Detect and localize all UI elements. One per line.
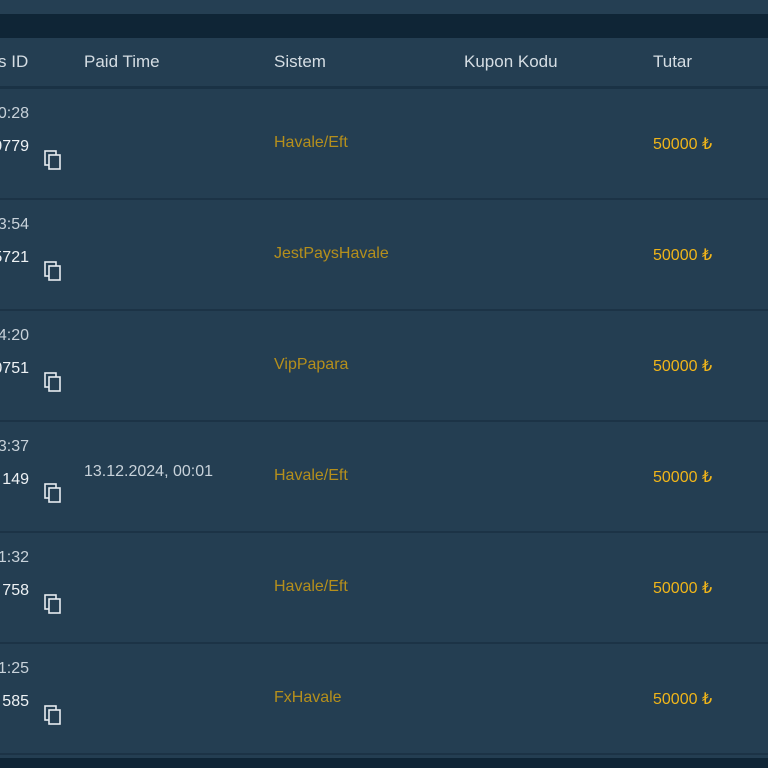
header-id: s ID — [0, 52, 29, 71]
row-tutar: 50000 ₺ — [653, 580, 713, 597]
table-row: 4:20 0751 VipPapara 50000 ₺ — [0, 311, 768, 422]
header-paid-time: Paid Time — [84, 52, 160, 71]
row-time: 3:37 — [0, 438, 29, 455]
copy-icon[interactable] — [44, 483, 62, 503]
row-id: 758 — [2, 582, 29, 599]
row-paid-time: 13.12.2024, 00:01 — [84, 463, 214, 480]
table-row: 3:37 149 13.12.2024, 00:01 Havale/Eft 50… — [0, 422, 768, 533]
row-id: 585 — [2, 693, 29, 710]
table-row: 3:54 5721 JestPaysHavale 50000 ₺ — [0, 200, 768, 311]
row-sistem: Havale/Eft — [274, 578, 348, 595]
row-tutar: 50000 ₺ — [653, 691, 713, 708]
row-tutar: 50000 ₺ — [653, 247, 713, 264]
header-sistem: Sistem — [274, 52, 326, 71]
row-tutar: 50000 ₺ — [653, 469, 713, 486]
copy-icon[interactable] — [44, 261, 62, 281]
row-id: 0751 — [0, 360, 29, 377]
row-sistem: VipPapara — [274, 356, 349, 373]
table-header: s ID Paid Time Sistem Kupon Kodu Tutar — [0, 38, 768, 89]
copy-icon[interactable] — [44, 705, 62, 725]
row-id: 149 — [2, 471, 29, 488]
row-time: 1:32 — [0, 549, 29, 566]
header-kupon-kodu: Kupon Kodu — [464, 52, 558, 71]
top-strip — [0, 0, 768, 14]
table-row: 0:28 9779 Havale/Eft 50000 ₺ — [0, 89, 768, 200]
row-id: 9779 — [0, 138, 29, 155]
copy-icon[interactable] — [44, 594, 62, 614]
top-band — [0, 14, 768, 38]
row-id: 5721 — [0, 249, 29, 266]
row-time: 4:20 — [0, 327, 29, 344]
row-sistem: Havale/Eft — [274, 467, 348, 484]
row-time: 3:54 — [0, 216, 29, 233]
copy-icon[interactable] — [44, 372, 62, 392]
row-sistem: Havale/Eft — [274, 134, 348, 151]
row-time: 0:28 — [0, 105, 29, 122]
table-row: 1:32 758 Havale/Eft 50000 ₺ — [0, 533, 768, 644]
copy-icon[interactable] — [44, 150, 62, 170]
bottom-band — [0, 758, 768, 768]
row-sistem: JestPaysHavale — [274, 245, 389, 262]
table-body: 0:28 9779 Havale/Eft 50000 ₺ 3:54 5721 J… — [0, 89, 768, 755]
row-tutar: 50000 ₺ — [653, 358, 713, 375]
row-sistem: FxHavale — [274, 689, 342, 706]
header-tutar: Tutar — [653, 52, 693, 71]
row-time: 1:25 — [0, 660, 29, 677]
table-row: 1:25 585 FxHavale 50000 ₺ — [0, 644, 768, 755]
row-tutar: 50000 ₺ — [653, 136, 713, 153]
